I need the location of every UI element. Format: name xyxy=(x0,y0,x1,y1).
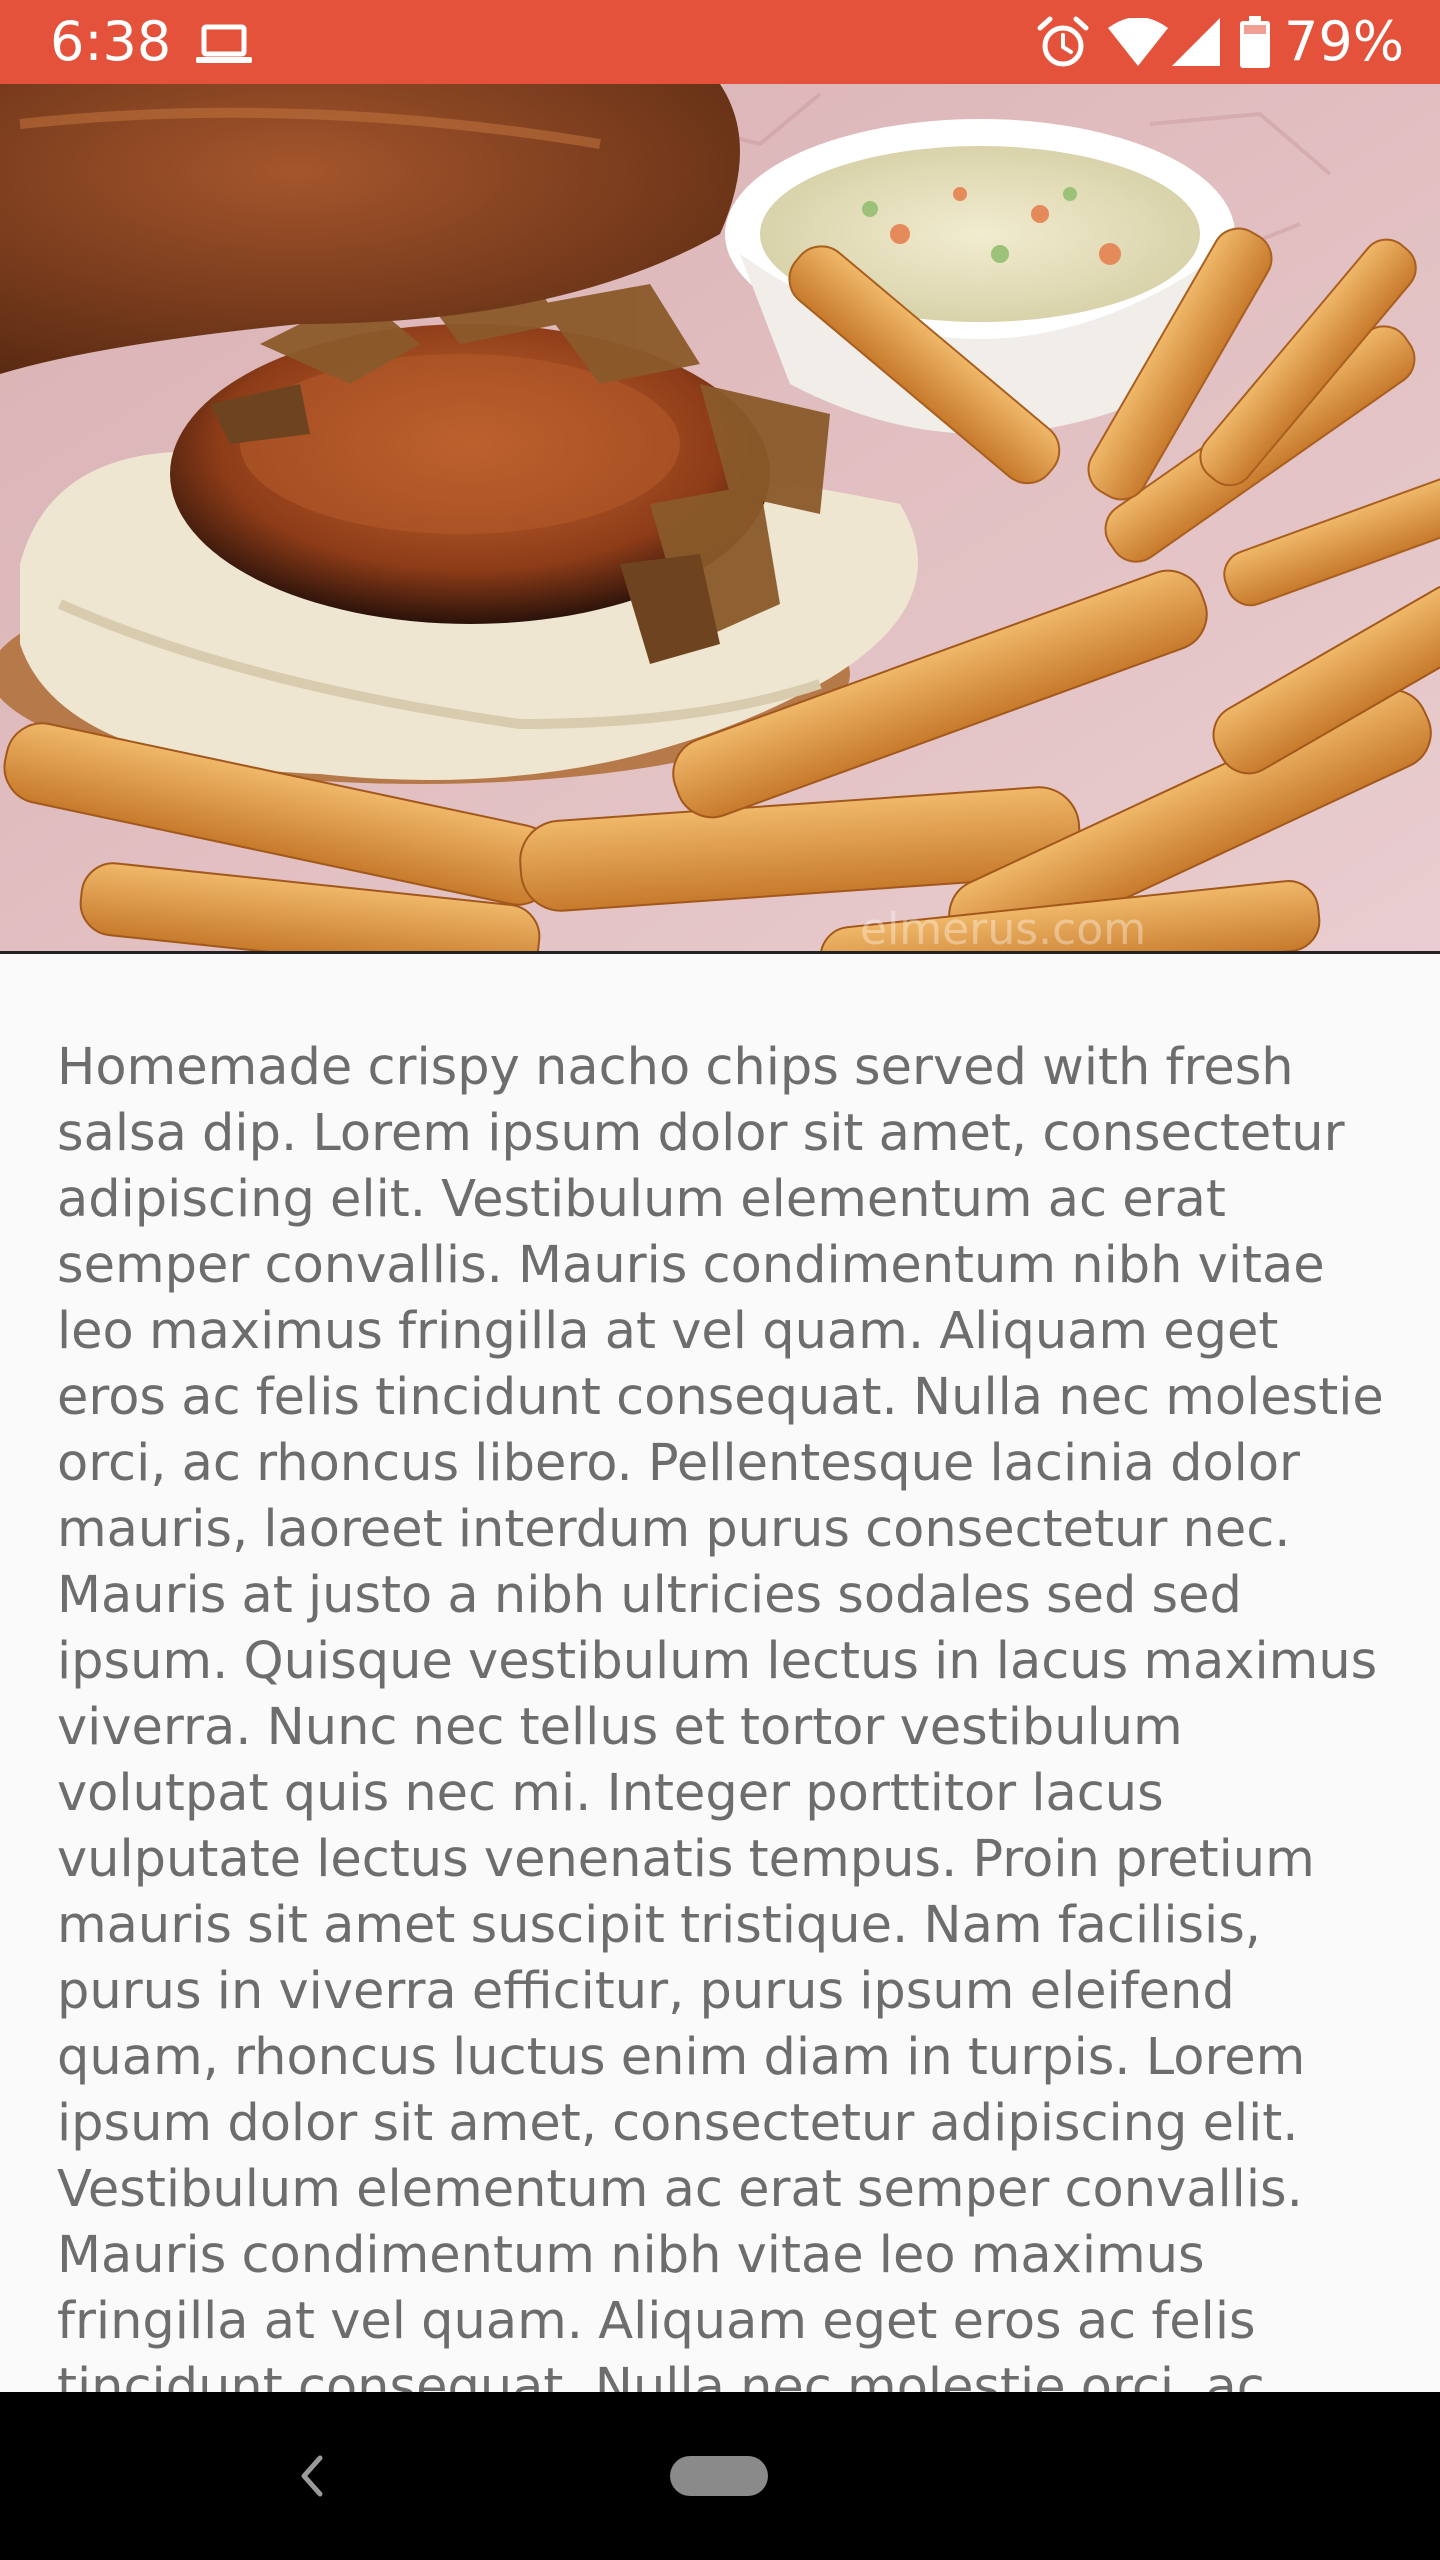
battery-percent: 79% xyxy=(1284,10,1405,73)
status-time: 6:38 xyxy=(50,10,172,73)
description-text: Homemade crispy nacho chips served with … xyxy=(57,1038,1384,2392)
watermark-text: elmerus.com xyxy=(860,904,1146,954)
alarm-icon xyxy=(1037,16,1089,67)
food-image: elmerus.com xyxy=(0,84,1440,954)
burger-fries-illustration: elmerus.com xyxy=(0,84,1440,954)
status-bar: 6:38 79% xyxy=(0,0,1440,84)
signal-icon xyxy=(1172,18,1220,66)
description-section: Homemade crispy nacho chips served with … xyxy=(0,957,1440,2392)
back-icon[interactable] xyxy=(280,2436,344,2516)
wifi-icon xyxy=(1108,18,1168,66)
navigation-bar xyxy=(0,2392,1440,2560)
battery-icon xyxy=(1240,16,1270,68)
laptop-icon xyxy=(196,24,252,63)
app-screen: 6:38 79% elmerus.com Homemade crispy nac… xyxy=(0,0,1440,2560)
home-pill-icon[interactable] xyxy=(670,2456,768,2496)
